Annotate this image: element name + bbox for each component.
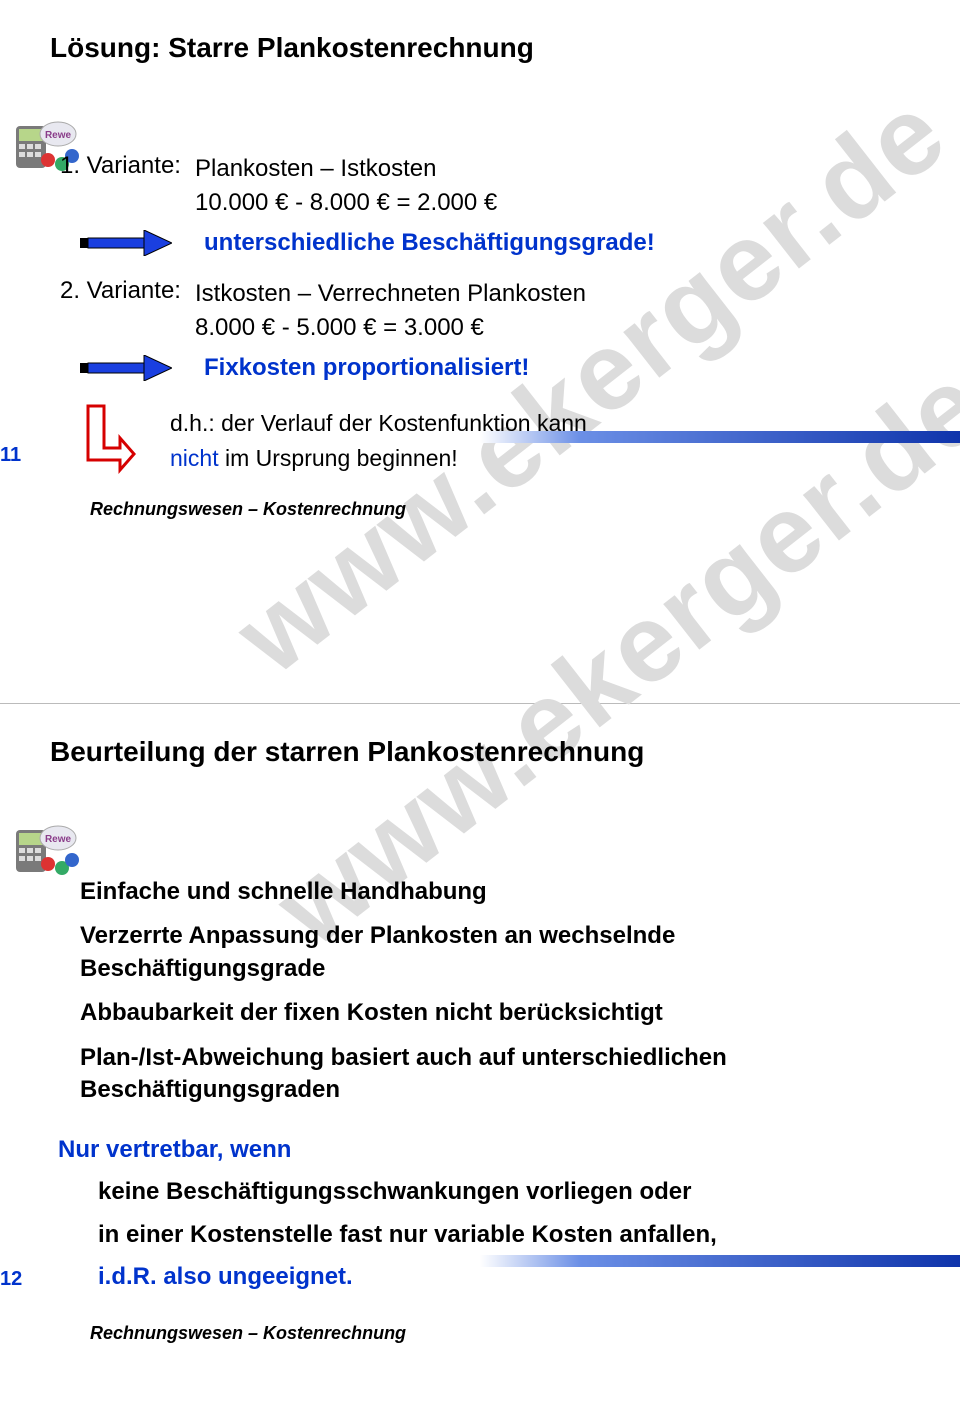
svg-text:Rewe: Rewe [45,130,72,141]
page-number: 11 [0,444,860,467]
variant-2: 2. Variante: Istkosten – Verrechneten Pl… [60,277,910,344]
down-right-arrow-icon [80,402,136,480]
arrow1-text: unterschiedliche Beschäftigungsgrade! [204,229,655,257]
slide-title: Beurteilung der starren Plankostenrechnu… [50,736,910,768]
list-item: Abbaubarkeit der fixen Kosten nicht berü… [80,997,910,1029]
bullet-list: Einfache und schnelle Handhabung Verzerr… [80,876,910,1106]
right-arrow-icon [80,355,172,381]
slide-12: www.ekerger.de Beurteilung der starren P… [0,704,960,1408]
arrow2-text: Fixkosten proportionalisiert! [204,354,529,382]
variant2-line2: 8.000 € - 5.000 € = 3.000 € [195,311,910,345]
variant1-line2: 10.000 € - 8.000 € = 2.000 € [195,186,910,220]
slide-11: www.ekerger.de Lösung: Starre Plankosten… [0,0,960,704]
list-item: Verzerrte Anpassung der Plankosten an we… [80,920,910,985]
condition-line-2: in einer Kostenstelle fast nur variable … [98,1219,910,1251]
corner-logo: Rewe [10,820,82,880]
condition-line-1: keine Beschäftigungsschwankungen vorlieg… [98,1176,910,1208]
variant2-label: 2. Variante: [60,277,195,305]
variant1-label: 1. Variante: [60,152,195,180]
variant1-line1: Plankosten – Istkosten [195,152,910,186]
variant2-line1: Istkosten – Verrechneten Plankosten [195,277,910,311]
slide-title: Lösung: Starre Plankostenrechnung [50,32,910,64]
footer-text: Rechnungswesen – Kostenrechnung [90,1323,950,1344]
right-arrow-icon [80,230,172,256]
list-item: Einfache und schnelle Handhabung [80,876,910,908]
arrow-note-1: unterschiedliche Beschäftigungsgrade! [80,229,910,257]
svg-text:Rewe: Rewe [45,834,72,845]
page-number: 12 [0,1268,860,1291]
footer-gradient-bar [480,1255,960,1267]
list-item: Plan-/Ist-Abweichung basiert auch auf un… [80,1042,910,1107]
condition-title: Nur vertretbar, wenn [58,1136,910,1164]
variant-1: 1. Variante: Plankosten – Istkosten 10.0… [60,152,910,219]
footer-gradient-bar [480,431,960,443]
arrow-note-2: Fixkosten proportionalisiert! [80,354,910,382]
footer-text: Rechnungswesen – Kostenrechnung [90,499,950,520]
down-note-row: d.h.: der Verlauf der Kostenfunktion kan… [50,406,910,480]
